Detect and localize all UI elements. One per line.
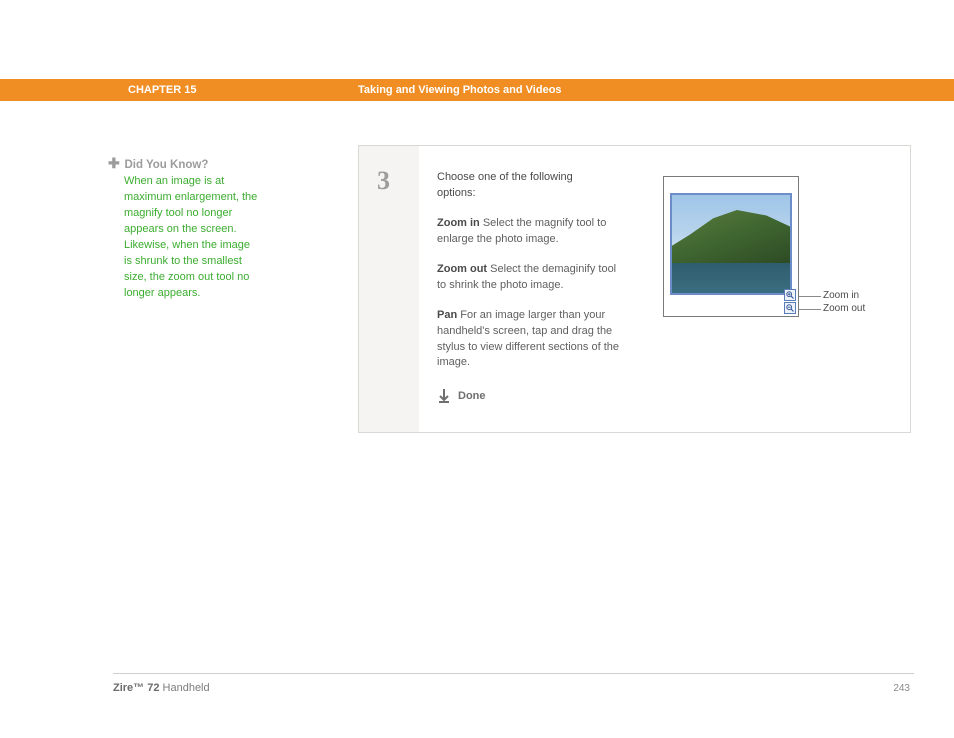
zoom-tool-stack [784,288,796,314]
photo-preview-frame [663,176,799,317]
option-zoom-in: Zoom in Select the magnify tool to enlar… [437,216,627,248]
chapter-number: CHAPTER 15 [128,84,196,96]
step-number-column: 3 [359,146,419,432]
option-pan: Pan For an image larger than your handhe… [437,308,627,372]
option-zoom-out: Zoom out Select the demaginify tool to s… [437,262,627,294]
photo-water [672,263,790,293]
footer-divider [113,673,914,674]
annotation-line [799,296,821,297]
did-you-know-sidebar: ✚ Did You Know? When an image is at maxi… [108,155,258,302]
did-you-know-text: When an image is at maximum enlargement,… [124,174,258,302]
zoom-out-icon[interactable] [784,302,796,314]
did-you-know-heading: Did You Know? [124,159,208,171]
photo-thumbnail [670,193,792,295]
photo-preview-wrap: Zoom in Zoom out [663,176,799,317]
chapter-header: CHAPTER 15 Taking and Viewing Photos and… [0,79,954,101]
annotation-line [799,309,821,310]
step-panel: 3 Choose one of the following options: Z… [358,145,911,433]
page-number: 243 [893,683,910,694]
footer-product: Zire™ 72 Handheld [113,682,210,694]
footer-product-bold: Zire™ 72 [113,682,159,694]
step-intro: Choose one of the following options: [437,170,607,202]
done-arrow-icon [437,389,451,403]
annotation-zoom-in: Zoom in [823,290,859,301]
done-label: Done [458,390,486,402]
step-number: 3 [377,166,419,196]
option-label: Pan [437,309,457,321]
zoom-in-icon[interactable] [784,289,796,301]
option-text: For an image larger than your handheld's… [437,309,619,369]
option-label: Zoom out [437,263,487,275]
step-content: Choose one of the following options: Zoo… [419,146,910,432]
chapter-title: Taking and Viewing Photos and Videos [358,84,562,96]
footer-product-rest: Handheld [159,682,209,694]
option-label: Zoom in [437,217,480,229]
done-row: Done [437,389,892,403]
plus-icon: ✚ [108,155,120,172]
annotation-zoom-out: Zoom out [823,303,865,314]
